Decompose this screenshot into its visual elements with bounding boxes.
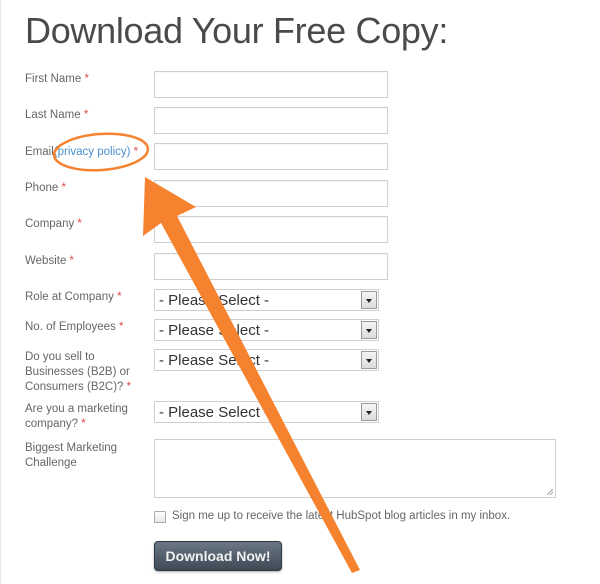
required-marker: * — [84, 73, 89, 85]
required-marker: * — [61, 182, 66, 194]
subscribe-label[interactable]: Sign me up to receive the latest HubSpot… — [172, 510, 510, 522]
role-label-text: Role at Company — [25, 291, 114, 303]
first-name-input[interactable] — [154, 71, 388, 98]
first-name-label-text: First Name — [25, 73, 82, 85]
b2b-b2c-select[interactable]: - Please Select - — [154, 349, 379, 371]
page-title: Download Your Free Copy: — [25, 10, 449, 51]
employees-label-text: No. of Employees — [25, 321, 116, 333]
privacy-policy-link[interactable]: (privacy policy) — [54, 146, 131, 158]
role-selected-value: - Please Select - — [159, 292, 270, 309]
dropdown-arrow-icon[interactable] — [361, 403, 377, 421]
employees-label: No. of Employees * — [25, 320, 150, 335]
company-label: Company * — [25, 217, 150, 232]
employees-select[interactable]: - Please Select - — [154, 319, 379, 341]
required-marker: * — [126, 381, 132, 393]
email-label: Email(privacy policy) * — [25, 145, 155, 160]
email-label-text: Email — [25, 146, 54, 158]
last-name-label-text: Last Name — [25, 109, 81, 121]
b2b-b2c-label-text: Do you sell to Businesses (B2B) or Consu… — [25, 351, 130, 393]
challenge-textarea[interactable] — [154, 439, 556, 498]
phone-input[interactable] — [154, 180, 388, 207]
employees-selected-value: - Please Select - — [159, 322, 270, 339]
last-name-input[interactable] — [154, 107, 388, 134]
challenge-label-text: Biggest Marketing Challenge — [25, 442, 118, 469]
phone-label-text: Phone — [25, 182, 59, 194]
role-label: Role at Company * — [25, 290, 150, 305]
required-marker: * — [83, 109, 89, 121]
website-label: Website * — [25, 254, 150, 269]
subscribe-checkbox[interactable] — [154, 511, 166, 523]
download-now-button[interactable]: Download Now! — [154, 541, 282, 571]
b2b-b2c-label: Do you sell to Businesses (B2B) or Consu… — [25, 350, 147, 395]
website-input[interactable] — [154, 253, 388, 280]
required-marker: * — [77, 218, 82, 230]
marketing-company-selected-value: - Please Select - — [159, 404, 270, 421]
first-name-label: First Name * — [25, 72, 150, 87]
marketing-company-select[interactable]: - Please Select - — [154, 401, 379, 423]
b2b-b2c-selected-value: - Please Select - — [159, 352, 270, 369]
required-marker: * — [133, 146, 139, 158]
required-marker: * — [117, 291, 122, 303]
page-border — [0, 0, 1, 584]
resize-grip-icon[interactable] — [547, 489, 553, 495]
last-name-label: Last Name * — [25, 108, 150, 123]
required-marker: * — [81, 418, 86, 430]
required-marker: * — [118, 321, 124, 333]
dropdown-arrow-icon[interactable] — [361, 321, 377, 339]
required-marker: * — [69, 255, 75, 267]
email-input[interactable] — [154, 143, 388, 170]
marketing-company-label: Are you a marketing company? * — [25, 402, 140, 432]
challenge-label: Biggest Marketing Challenge — [25, 441, 130, 471]
dropdown-arrow-icon[interactable] — [361, 291, 377, 309]
phone-label: Phone * — [25, 181, 150, 196]
dropdown-arrow-icon[interactable] — [361, 351, 377, 369]
website-label-text: Website — [25, 255, 67, 267]
company-label-text: Company — [25, 218, 75, 230]
company-input[interactable] — [154, 216, 388, 243]
marketing-company-label-text: Are you a marketing company? — [25, 403, 128, 430]
role-select[interactable]: - Please Select - — [154, 289, 379, 311]
